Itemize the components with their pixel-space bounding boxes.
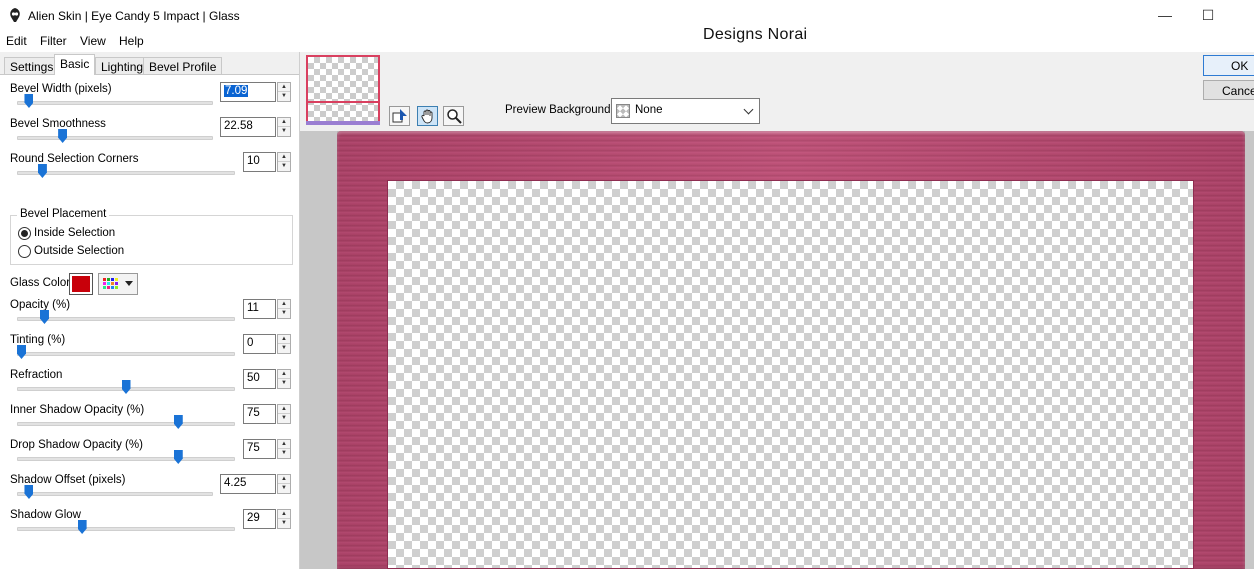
bevel-placement-group: Bevel Placement Inside Selection Outside… (10, 208, 293, 265)
bevel-width-input[interactable]: 7.09 (220, 82, 276, 102)
transparent-swatch-icon (616, 104, 630, 118)
outside-selection-label[interactable]: Outside Selection (34, 245, 124, 257)
shadow-offset-thumb[interactable] (24, 485, 34, 499)
cancel-button[interactable]: Cancel (1203, 80, 1254, 100)
inner-shadow-spinner[interactable]: ▲ ▼ (277, 404, 291, 424)
outside-selection-radio[interactable] (18, 245, 31, 258)
tinting-label: Tinting (%) (10, 334, 66, 346)
inside-selection-label[interactable]: Inside Selection (34, 227, 115, 239)
bevel-width-spinner[interactable]: ▲ ▼ (277, 82, 291, 102)
bevel-smoothness-slider[interactable] (17, 136, 213, 140)
navigate-icon (392, 109, 407, 123)
minimize-button[interactable]: — (1150, 4, 1180, 26)
bevel-width-slider[interactable] (17, 101, 213, 105)
refraction-label: Refraction (10, 369, 63, 381)
inside-selection-radio[interactable] (18, 227, 31, 240)
title-bar: Alien Skin | Eye Candy 5 Impact | Glass … (0, 0, 1254, 43)
shadow-glow-thumb[interactable] (77, 520, 87, 534)
glass-color-label: Glass Color (10, 277, 71, 289)
refraction-thumb[interactable] (121, 380, 131, 394)
menu-edit[interactable]: Edit (6, 34, 27, 48)
tinting-spinner[interactable]: ▲ ▼ (277, 334, 291, 354)
inner-shadow-input[interactable]: 75 (243, 404, 276, 424)
round-corners-slider[interactable] (17, 171, 235, 175)
transparent-area (387, 180, 1194, 569)
refraction-spinner[interactable]: ▲ ▼ (277, 369, 291, 389)
tab-settings[interactable]: Settings (4, 57, 60, 75)
refraction-input[interactable]: 50 (243, 369, 276, 389)
shadow-glow-spinner[interactable]: ▲ ▼ (277, 509, 291, 529)
basic-tab-content: Bevel Width (pixels) 7.09 ▲ ▼ Bevel Smoot… (0, 74, 299, 569)
tab-lighting[interactable]: Lighting (95, 57, 150, 75)
bevel-smoothness-label: Bevel Smoothness (10, 118, 106, 130)
hand-icon (420, 109, 432, 124)
zoom-icon (446, 109, 462, 124)
shadow-glow-input[interactable]: 29 (243, 509, 276, 529)
hand-tool-button[interactable] (417, 106, 438, 126)
round-corners-input[interactable]: 10 (243, 152, 276, 172)
navigate-tool-button[interactable] (389, 106, 410, 126)
navigator-thumbnail[interactable] (306, 55, 380, 125)
bevel-width-label: Bevel Width (pixels) (10, 83, 112, 95)
tab-basic[interactable]: Basic (54, 54, 96, 75)
bevel-width-thumb[interactable] (24, 94, 34, 108)
opacity-input[interactable]: 11 (243, 299, 276, 319)
alien-skin-logo-icon (10, 8, 20, 22)
inner-shadow-slider[interactable] (17, 422, 235, 426)
tinting-slider[interactable] (17, 352, 235, 356)
menu-filter[interactable]: Filter (40, 34, 67, 48)
zoom-tool-button[interactable] (443, 106, 464, 126)
bevel-smoothness-thumb[interactable] (58, 129, 68, 143)
palette-icon (103, 278, 119, 290)
bevel-smoothness-spinner[interactable]: ▲ ▼ (277, 117, 291, 137)
drop-shadow-label: Drop Shadow Opacity (%) (10, 439, 143, 451)
settings-panel: Settings Basic Lighting Bevel Profile Be… (0, 52, 300, 569)
maximize-button[interactable]: ☐ (1193, 4, 1223, 26)
glass-color-fill (72, 276, 90, 292)
window-title: Alien Skin | Eye Candy 5 Impact | Glass (28, 9, 240, 23)
round-corners-label: Round Selection Corners (10, 153, 139, 165)
inner-shadow-label: Inner Shadow Opacity (%) (10, 404, 145, 416)
tab-bevel-profile[interactable]: Bevel Profile (143, 57, 223, 75)
shadow-glow-slider[interactable] (17, 527, 235, 531)
drop-shadow-input[interactable]: 75 (243, 439, 276, 459)
opacity-slider[interactable] (17, 317, 235, 321)
navigator-view-box (308, 101, 378, 103)
navigator-scroll-bar (306, 121, 380, 125)
tinting-thumb[interactable] (17, 345, 26, 359)
shadow-offset-input[interactable]: 4.25 (220, 474, 276, 494)
inner-shadow-thumb[interactable] (173, 415, 183, 429)
watermark-text: Designs Norai (703, 26, 808, 43)
color-palette-button[interactable] (98, 273, 138, 295)
shadow-offset-label: Shadow Offset (pixels) (10, 474, 126, 486)
drop-shadow-thumb[interactable] (173, 450, 183, 464)
opacity-spinner[interactable]: ▲ ▼ (277, 299, 291, 319)
tinting-input[interactable]: 0 (243, 334, 276, 354)
chevron-down-icon (743, 104, 754, 115)
shadow-glow-label: Shadow Glow (10, 509, 81, 521)
drop-shadow-slider[interactable] (17, 457, 235, 461)
bevel-placement-title: Bevel Placement (17, 208, 110, 220)
menu-help[interactable]: Help (119, 34, 144, 48)
round-corners-spinner[interactable]: ▲ ▼ (277, 152, 291, 172)
bevel-smoothness-input[interactable]: 22.58 (220, 117, 276, 137)
preview-background-label: Preview Background: (505, 104, 614, 116)
preview-background-select[interactable]: None (611, 98, 760, 124)
ok-button[interactable]: OK (1203, 55, 1254, 76)
drop-shadow-spinner[interactable]: ▲ ▼ (277, 439, 291, 459)
opacity-thumb[interactable] (39, 310, 49, 324)
shadow-offset-slider[interactable] (17, 492, 213, 496)
chevron-down-icon (125, 281, 133, 286)
shadow-offset-spinner[interactable]: ▲ ▼ (277, 474, 291, 494)
menu-view[interactable]: View (80, 34, 106, 48)
preview-background-value: None (635, 104, 663, 116)
round-corners-thumb[interactable] (37, 164, 47, 178)
glass-color-swatch[interactable] (69, 273, 93, 295)
opacity-label: Opacity (%) (10, 299, 71, 311)
